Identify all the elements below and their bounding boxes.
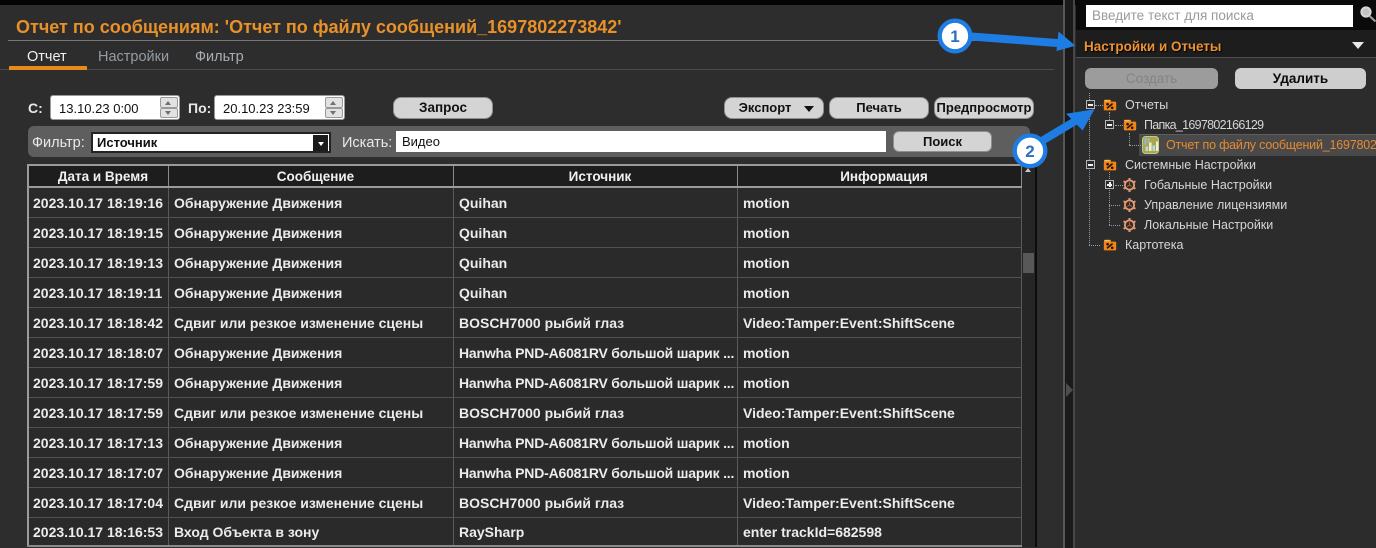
svg-text:2: 2 [1025,142,1034,161]
svg-text:1: 1 [950,27,959,46]
